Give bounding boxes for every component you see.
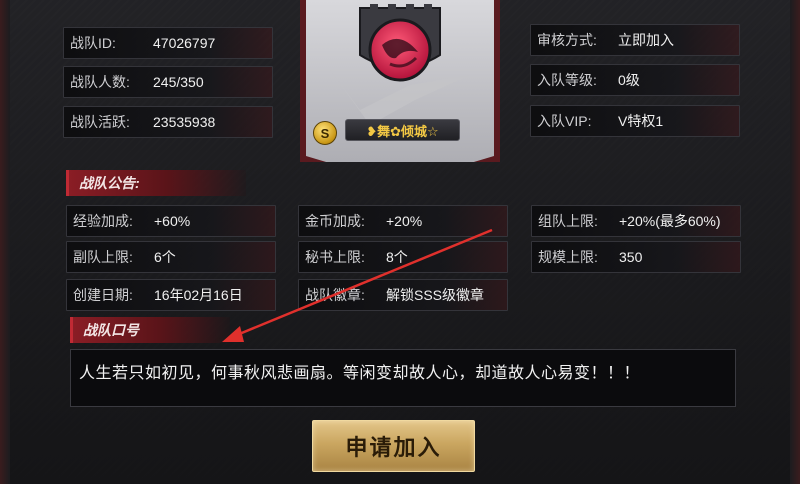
join-vip-value: V特权1 bbox=[618, 113, 664, 129]
frame-right bbox=[790, 0, 800, 484]
guild-badge-box: 战队徽章: 解锁SSS级徽章 bbox=[298, 279, 508, 311]
created-date-box: 创建日期: 16年02月16日 bbox=[66, 279, 276, 311]
secretary-limit-value: 8个 bbox=[386, 249, 408, 265]
slogan-text: 人生若只如初见，何事秋风悲画扇。等闲变却故人心，却道故人心易变！！！ bbox=[70, 349, 736, 407]
guild-activity-box: 战队活跃: 23535938 bbox=[63, 106, 273, 138]
join-level-label: 入队等级: bbox=[537, 72, 597, 88]
apply-join-button[interactable]: 申请加入 bbox=[312, 420, 475, 472]
announcement-title: 战队公告: bbox=[66, 170, 246, 196]
join-level-value: 0级 bbox=[618, 72, 640, 88]
join-vip-box: 入队VIP: V特权1 bbox=[530, 105, 740, 137]
guild-activity-label: 战队活跃: bbox=[70, 114, 130, 130]
exp-bonus-label: 经验加成: bbox=[73, 213, 133, 229]
gold-bonus-label: 金币加成: bbox=[305, 213, 365, 229]
frame-left bbox=[0, 0, 10, 484]
review-mode-box: 审核方式: 立即加入 bbox=[530, 24, 740, 56]
scale-limit-box: 规模上限: 350 bbox=[531, 241, 741, 273]
vice-limit-value: 6个 bbox=[154, 249, 176, 265]
team-limit-value: +20%(最多60%) bbox=[619, 213, 721, 229]
guild-members-label: 战队人数: bbox=[70, 74, 130, 90]
vice-limit-label: 副队上限: bbox=[73, 249, 133, 265]
guild-badge-label: 战队徽章: bbox=[305, 287, 365, 303]
vice-limit-box: 副队上限: 6个 bbox=[66, 241, 276, 273]
secretary-limit-box: 秘书上限: 8个 bbox=[298, 241, 508, 273]
exp-bonus-box: 经验加成: +60% bbox=[66, 205, 276, 237]
review-mode-value: 立即加入 bbox=[618, 32, 674, 48]
slogan-title: 战队口号 bbox=[70, 317, 230, 343]
gold-bonus-box: 金币加成: +20% bbox=[298, 205, 508, 237]
exp-bonus-value: +60% bbox=[154, 213, 191, 229]
guild-members-box: 战队人数: 245/350 bbox=[63, 66, 273, 98]
guild-id-box: 战队ID: 47026797 bbox=[63, 27, 273, 59]
created-date-label: 创建日期: bbox=[73, 287, 133, 303]
join-level-box: 入队等级: 0级 bbox=[530, 64, 740, 96]
guild-badge-value: 解锁SSS级徽章 bbox=[386, 287, 485, 303]
secretary-limit-label: 秘书上限: bbox=[305, 249, 365, 265]
gold-bonus-value: +20% bbox=[386, 213, 423, 229]
guild-grade-badge: S bbox=[313, 121, 337, 145]
guild-activity-value: 23535938 bbox=[153, 114, 216, 130]
team-limit-box: 组队上限: +20%(最多60%) bbox=[531, 205, 741, 237]
join-vip-label: 入队VIP: bbox=[537, 113, 592, 129]
guild-name: ❥舞✿倾城☆ bbox=[345, 119, 460, 141]
team-limit-label: 组队上限: bbox=[538, 213, 598, 229]
guild-members-value: 245/350 bbox=[153, 74, 204, 90]
created-date-value: 16年02月16日 bbox=[154, 287, 243, 303]
guild-id-label: 战队ID: bbox=[70, 35, 116, 51]
review-mode-label: 审核方式: bbox=[537, 32, 597, 48]
scale-limit-label: 规模上限: bbox=[538, 249, 598, 265]
guild-id-value: 47026797 bbox=[153, 35, 216, 51]
scale-limit-value: 350 bbox=[619, 249, 643, 265]
